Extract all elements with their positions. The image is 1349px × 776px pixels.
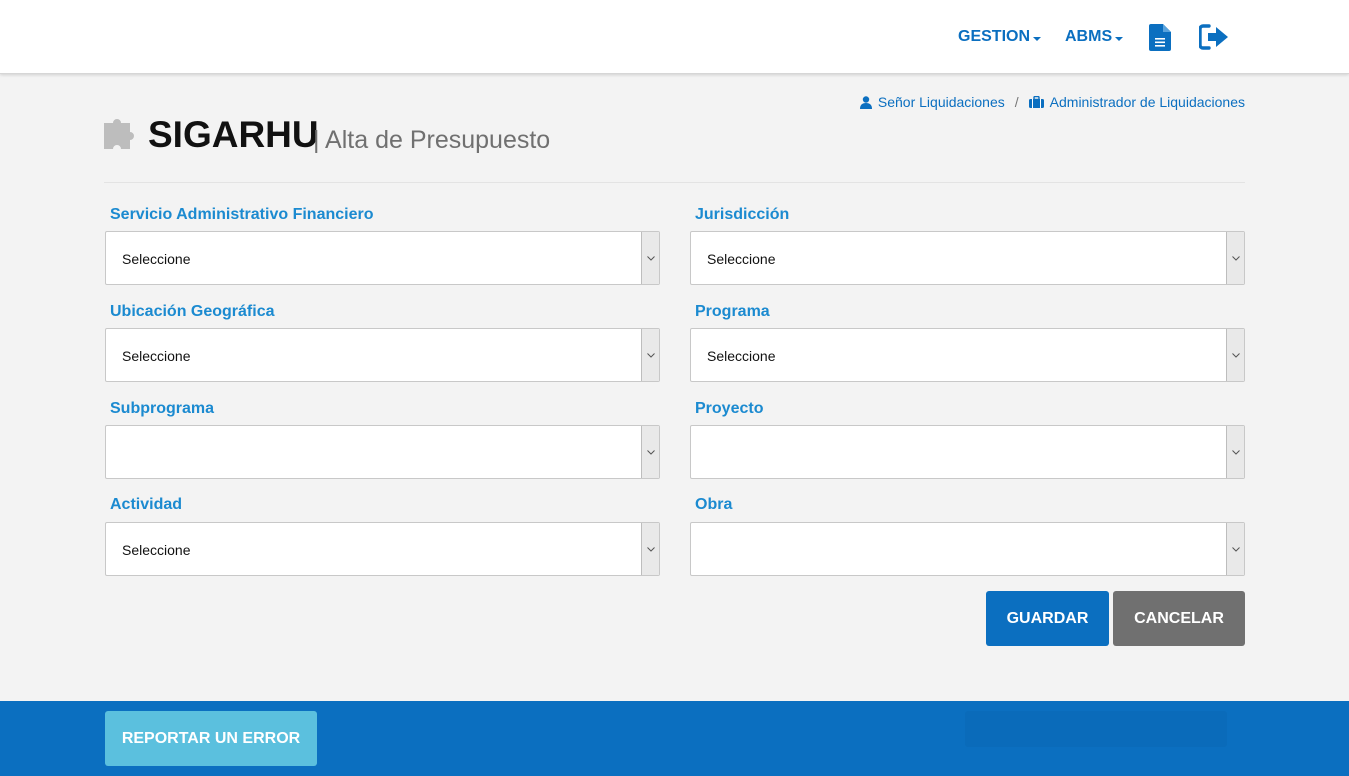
label-actividad: Actividad <box>110 496 183 513</box>
chevron-down-icon <box>1226 232 1244 284</box>
breadcrumb: Señor Liquidaciones / Administrador de L… <box>859 94 1245 110</box>
label-jurisdiccion: Jurisdicción <box>695 206 790 223</box>
breadcrumb-user-label: Señor Liquidaciones <box>877 94 1005 110</box>
top-navbar: GESTION ABMS <box>0 0 1349 74</box>
breadcrumb-role-label: Administrador de Liquidaciones <box>1049 94 1245 110</box>
title-divider <box>104 182 1245 183</box>
select-value: Seleccione <box>122 348 191 364</box>
page-subtitle: | Alta de Presupuesto <box>313 126 551 154</box>
select-value: Seleccione <box>122 251 191 267</box>
label-servicio-administrativo: Servicio Administrativo Financiero <box>110 206 374 223</box>
footer-logo <box>965 711 1227 747</box>
label-programa: Programa <box>695 303 770 320</box>
briefcase-icon <box>1028 96 1044 108</box>
breadcrumb-separator: / <box>1014 94 1019 110</box>
chevron-down-icon <box>1226 329 1244 381</box>
puzzle-icon <box>104 115 140 154</box>
breadcrumb-user[interactable]: Señor Liquidaciones <box>859 94 1005 110</box>
save-button[interactable]: GUARDAR <box>986 591 1109 646</box>
caret-down-icon <box>1115 36 1124 41</box>
chevron-down-icon <box>1226 523 1244 575</box>
document-icon[interactable] <box>1149 24 1171 56</box>
select-ubicacion-geografica[interactable]: Seleccione <box>105 328 660 382</box>
label-proyecto: Proyecto <box>695 400 764 417</box>
chevron-down-icon <box>641 426 659 478</box>
select-value: Seleccione <box>707 348 776 364</box>
chevron-down-icon <box>641 523 659 575</box>
cancel-button[interactable]: CANCELAR <box>1113 591 1245 646</box>
select-servicio-administrativo[interactable]: Seleccione <box>105 231 660 285</box>
select-obra[interactable] <box>690 522 1245 576</box>
page-title: SIGARHU <box>148 114 319 155</box>
user-icon <box>859 95 872 109</box>
label-obra: Obra <box>695 496 733 513</box>
caret-down-icon <box>1033 36 1042 41</box>
logout-icon[interactable] <box>1198 24 1229 55</box>
menu-abms[interactable]: ABMS <box>1065 28 1124 46</box>
chevron-down-icon <box>1226 426 1244 478</box>
label-ubicacion-geografica: Ubicación Geográfica <box>110 303 275 320</box>
select-actividad[interactable]: Seleccione <box>105 522 660 576</box>
select-programa[interactable]: Seleccione <box>690 328 1245 382</box>
select-value: Seleccione <box>122 542 191 558</box>
select-subprograma[interactable] <box>105 425 660 479</box>
chevron-down-icon <box>641 329 659 381</box>
menu-gestion[interactable]: GESTION <box>958 28 1042 46</box>
select-jurisdiccion[interactable]: Seleccione <box>690 231 1245 285</box>
label-subprograma: Subprograma <box>110 400 215 417</box>
menu-abms-label: ABMS <box>1065 28 1113 45</box>
report-error-button[interactable]: REPORTAR UN ERROR <box>105 711 317 766</box>
breadcrumb-role[interactable]: Administrador de Liquidaciones <box>1028 94 1245 110</box>
chevron-down-icon <box>641 232 659 284</box>
select-proyecto[interactable] <box>690 425 1245 479</box>
brand-logo[interactable] <box>120 8 220 26</box>
menu-gestion-label: GESTION <box>958 28 1031 45</box>
select-value: Seleccione <box>707 251 776 267</box>
footer: REPORTAR UN ERROR <box>0 701 1349 776</box>
